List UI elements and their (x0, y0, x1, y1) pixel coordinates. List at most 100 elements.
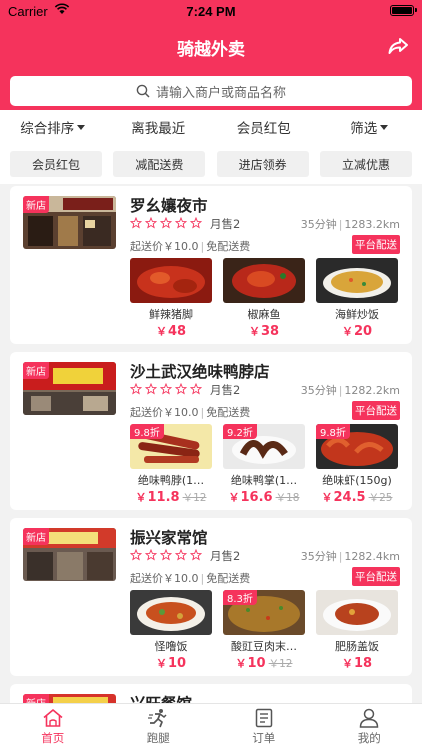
chip-member-redpacket[interactable]: 会员红包 (10, 151, 102, 177)
star-icon (175, 383, 187, 395)
caret-down-icon (77, 124, 86, 130)
store-name: 罗幺孃夜市 (130, 197, 208, 215)
runner-icon (148, 709, 167, 728)
order-fee-info: 起送价￥10.0 | 免配送费 (130, 572, 251, 585)
store-card[interactable]: 新店 沙土武汉绝味鸭脖店 月售2 35分钟 | 1282.2km 起送价￥10.0 |… (10, 352, 412, 510)
store-photo: 新店 (23, 362, 116, 415)
dish-price: ￥18 (341, 656, 373, 671)
star-icon (160, 549, 172, 561)
profile-icon (359, 708, 379, 728)
dish-name: 绝味鸭脖(1… (137, 474, 205, 487)
tab-orders[interactable]: 订单 (211, 704, 317, 750)
dish-item[interactable]: 9.2折 绝味鸭掌(1… ￥16.6 ￥18 (223, 424, 305, 505)
star-icon (145, 549, 157, 561)
order-fee-info: 起送价￥10.0 | 免配送费 (130, 240, 251, 253)
tab-profile[interactable]: 我的 (317, 704, 422, 750)
rating-stars (130, 549, 202, 561)
store-photo: 新店 (23, 528, 116, 581)
dish-price: ￥10 ￥12 (235, 656, 293, 671)
caret-down-icon (380, 124, 389, 130)
share-icon[interactable] (386, 34, 410, 58)
time-distance: 35分钟 | 1283.2km (300, 218, 400, 231)
dish-photo: 8.3折 (223, 590, 305, 635)
home-icon (43, 709, 63, 727)
star-icon (130, 217, 142, 229)
star-icon (145, 217, 157, 229)
nav-header: 骑越外卖 请输入商户或商品名称 (0, 22, 422, 110)
dish-photo (130, 258, 212, 303)
discount-tag: 9.8折 (130, 424, 164, 439)
filter-sort[interactable]: 综合排序 (0, 117, 106, 137)
delivery-badge: 平台配送 (352, 567, 400, 586)
delivery-badge: 平台配送 (352, 401, 400, 420)
star-icon (190, 383, 202, 395)
page-title: 骑越外卖 (177, 40, 245, 60)
new-store-tag: 新店 (23, 362, 49, 379)
dish-name: 酸豇豆肉末… (231, 640, 297, 653)
time-distance: 35分钟 | 1282.2km (300, 384, 400, 397)
star-icon (190, 217, 202, 229)
tab-label: 跑腿 (146, 731, 170, 745)
dish-price: ￥10 (155, 656, 187, 671)
dish-price: ￥16.6 ￥18 (228, 490, 300, 505)
monthly-sales: 月售2 (210, 549, 241, 563)
filter-label: 综合排序 (20, 121, 75, 137)
filter-nearest[interactable]: 离我最近 (106, 117, 212, 137)
star-icon (160, 383, 172, 395)
new-store-tag: 新店 (23, 196, 49, 213)
tab-home[interactable]: 首页 (0, 704, 106, 750)
chip-instant-discount[interactable]: 立减优惠 (319, 151, 412, 177)
star-icon (175, 217, 187, 229)
battery-icon (390, 5, 417, 16)
dish-price: ￥48 (155, 324, 187, 339)
dish-name: 椒麻鱼 (247, 308, 281, 321)
dish-item[interactable]: 怪噜饭 ￥10 (130, 590, 212, 671)
dish-photo (316, 590, 398, 635)
dish-item[interactable]: 8.3折 酸豇豆肉末… ￥10 ￥12 (223, 590, 305, 671)
filter-label: 离我最近 (131, 121, 186, 137)
filter-label: 会员红包 (236, 121, 291, 137)
filter-bar: 综合排序 离我最近 会员红包 筛选 (0, 110, 422, 144)
dish-name: 海鲜炒饭 (335, 308, 379, 321)
order-fee-info: 起送价￥10.0 | 免配送费 (130, 406, 251, 419)
dish-photo: 9.8折 (130, 424, 212, 469)
star-icon (130, 549, 142, 561)
order-icon (255, 708, 272, 728)
store-card[interactable]: 新店 振兴家常馆 月售2 35分钟 | 1282.4km 起送价￥10.0 | 免配送费… (10, 518, 412, 676)
tab-label: 我的 (357, 731, 381, 745)
dish-name: 鲜辣猪脚 (149, 308, 193, 321)
tab-errand[interactable]: 跑腿 (106, 704, 212, 750)
discount-tag: 8.3折 (223, 590, 257, 605)
dish-item[interactable]: 9.8折 绝味鸭脖(1… ￥11.8 ￥12 (130, 424, 212, 505)
dish-item[interactable]: 海鲜炒饭 ￥20 (316, 258, 398, 339)
monthly-sales: 月售2 (210, 383, 241, 397)
dish-item[interactable]: 肥肠盖饭 ￥18 (316, 590, 398, 671)
dish-item[interactable]: 9.8折 绝味虾(150g) ￥24.5 ￥25 (316, 424, 398, 505)
filter-screen[interactable]: 筛选 (317, 117, 422, 137)
discount-tag: 9.8折 (316, 424, 350, 439)
dish-photo (130, 590, 212, 635)
store-photo: 新店 (23, 196, 116, 249)
star-icon (130, 383, 142, 395)
chip-reduced-delivery[interactable]: 减配送费 (113, 151, 206, 177)
dish-photo: 9.8折 (316, 424, 398, 469)
rating-stars (130, 383, 202, 395)
tab-bar: 首页 跑腿 订单 我的 (0, 703, 422, 750)
clock: 7:24 PM (186, 4, 236, 19)
dish-item[interactable]: 鲜辣猪脚 ￥48 (130, 258, 212, 339)
store-card[interactable]: 新店 罗幺孃夜市 月售2 35分钟 | 1283.2km 起送价￥10.0 | 免配送费… (10, 186, 412, 344)
dish-price: ￥24.5 ￥25 (321, 490, 393, 505)
tab-label: 首页 (41, 731, 65, 745)
dish-item[interactable]: 椒麻鱼 ￥38 (223, 258, 305, 339)
dish-name: 怪噜饭 (154, 640, 188, 653)
chip-store-coupon[interactable]: 进店领券 (216, 151, 309, 177)
tab-label: 订单 (252, 731, 276, 745)
search-input[interactable]: 请输入商户或商品名称 (10, 76, 412, 106)
store-name: 沙土武汉绝味鸭脖店 (130, 363, 270, 381)
dish-photo: 9.2折 (223, 424, 305, 469)
delivery-badge: 平台配送 (352, 235, 400, 254)
status-bar: Carrier 7:24 PM (0, 0, 422, 22)
dish-name: 绝味鸭掌(1… (230, 474, 298, 487)
star-icon (190, 549, 202, 561)
filter-member-redpacket[interactable]: 会员红包 (211, 117, 317, 137)
